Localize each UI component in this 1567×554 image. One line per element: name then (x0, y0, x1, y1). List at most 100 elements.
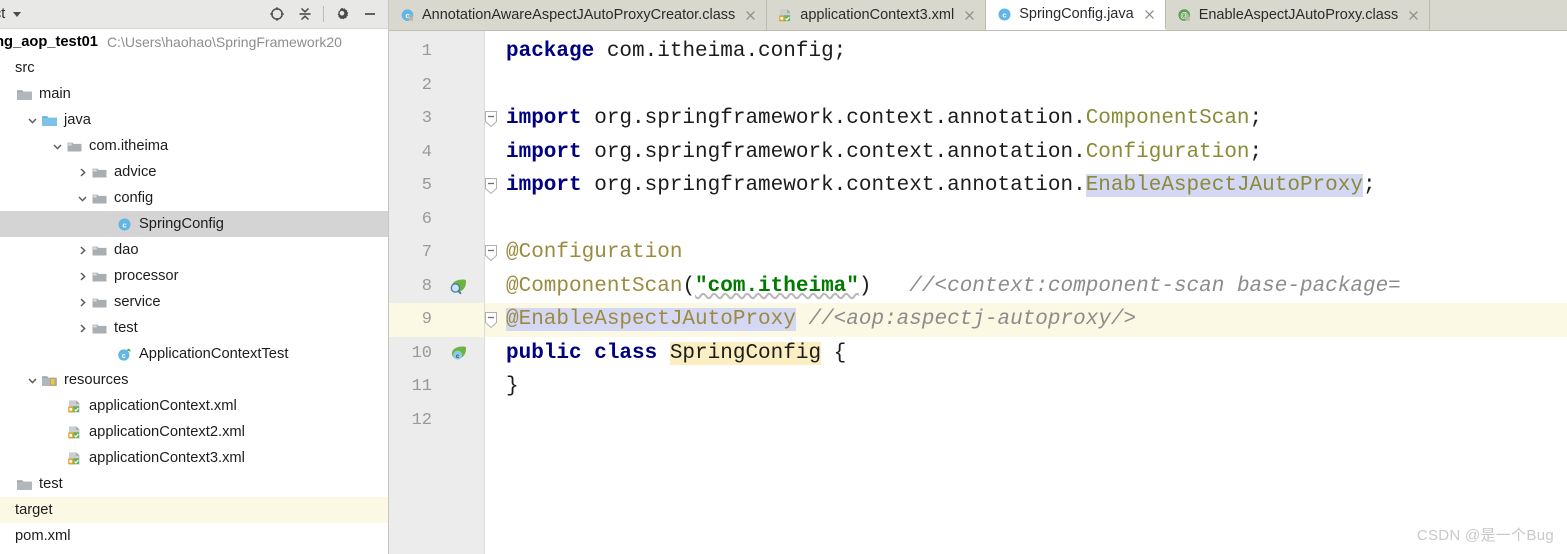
tree-item-label: service (114, 294, 161, 310)
editor-tab-label: SpringConfig.java (1019, 6, 1134, 22)
tree-item-processor[interactable]: processor (0, 263, 388, 289)
settings-gear-icon[interactable] (331, 3, 353, 25)
tree-item-label: applicationContext.xml (89, 398, 237, 414)
tree-item-target[interactable]: target (0, 497, 388, 523)
collapse-all-icon[interactable] (294, 3, 316, 25)
code-line[interactable] (497, 69, 1567, 103)
project-panel: ct (0, 0, 389, 554)
project-name: ing_aop_test01 (0, 33, 98, 50)
source-code[interactable]: package com.itheima.config; import org.s… (497, 31, 1567, 554)
editor-tab-springconfig-java[interactable]: c SpringConfig.java (986, 0, 1166, 30)
code-token: import (506, 140, 595, 164)
tree-item-config[interactable]: config (0, 185, 388, 211)
chevron-right-icon[interactable] (75, 167, 90, 178)
editor-tab-enableaspectjautoproxy-class[interactable]: @ EnableAspectJAutoProxy.class (1165, 0, 1431, 30)
tree-item-label: target (15, 502, 53, 518)
code-line[interactable] (497, 404, 1567, 438)
tree-item-applicationcontexttest[interactable]: c ApplicationContextTest (0, 341, 388, 367)
chevron-right-icon[interactable] (75, 245, 90, 256)
tree-item-label: pom.xml (15, 528, 71, 544)
chevron-right-icon[interactable] (75, 297, 90, 308)
code-token: org.springframework.context.annotation. (594, 107, 1086, 130)
code-line[interactable]: @ComponentScan("com.itheima") //<context… (497, 270, 1567, 304)
tree-item-main[interactable]: main (0, 81, 388, 107)
tree-item-pom-xml[interactable]: pom.xml (0, 523, 388, 549)
tree-item-applicationcontext-xml[interactable]: applicationContext.xml (0, 393, 388, 419)
panel-title: ct (0, 6, 6, 22)
fold-collapse-icon[interactable] (484, 110, 498, 133)
line-number: 9 (389, 303, 439, 337)
chevron-right-icon[interactable] (75, 323, 90, 334)
tree-item-dao[interactable]: dao (0, 237, 388, 263)
line-number-gutter: 1 2 3 4 5 6 7 8 9 10 11 12 (389, 31, 439, 554)
svg-text:c: c (122, 350, 126, 359)
tree-item-service[interactable]: service (0, 289, 388, 315)
tree-item-advice[interactable]: advice (0, 159, 388, 185)
package-icon (90, 190, 109, 206)
project-root-row[interactable]: ing_aop_test01 C:\Users\haohao\SpringFra… (0, 29, 388, 54)
code-token: //<aop:aspectj-autoproxy/> (808, 308, 1137, 331)
tree-item-label: com.itheima (89, 138, 169, 154)
code-line[interactable] (497, 203, 1567, 237)
code-line[interactable]: public class SpringConfig { (497, 337, 1567, 371)
tree-item-com-itheima[interactable]: com.itheima (0, 133, 388, 159)
chevron-right-icon[interactable] (75, 271, 90, 282)
tree-item-applicationcontext2-xml[interactable]: applicationContext2.xml (0, 419, 388, 445)
fold-collapse-icon[interactable] (484, 244, 498, 267)
folder-res-icon (40, 372, 59, 388)
chevron-down-icon[interactable] (25, 115, 40, 126)
project-path: C:\Users\haohao\SpringFramework20 (106, 33, 342, 50)
editor-tab-label: AnnotationAwareAspectJAutoProxyCreator.c… (422, 7, 736, 23)
chevron-down-icon[interactable] (50, 141, 65, 152)
fold-collapse-icon[interactable] (484, 177, 498, 200)
code-line[interactable]: import org.springframework.context.annot… (497, 136, 1567, 170)
chevron-down-icon[interactable] (13, 11, 22, 17)
code-line[interactable]: package com.itheima.config; (497, 35, 1567, 69)
package-icon (65, 138, 84, 154)
tree-item-label: SpringConfig (139, 216, 224, 232)
line-number: 6 (421, 209, 432, 229)
java-test-icon: c (115, 346, 134, 362)
tree-item-src[interactable]: src (0, 55, 388, 81)
code-view: 1 2 3 4 5 6 7 8 9 10 11 12 c package com.itheima.co… (389, 31, 1567, 554)
editor-area: c AnnotationAwareAspectJAutoProxyCreator.… (389, 0, 1567, 554)
tree-item-springconfig[interactable]: c SpringConfig (0, 211, 388, 237)
tree-item-applicationcontext3-xml[interactable]: applicationContext3.xml (0, 445, 388, 471)
chevron-down-icon[interactable] (75, 193, 90, 204)
line-number: 8 (421, 276, 432, 296)
tree-item-java[interactable]: java (0, 107, 388, 133)
chevron-down-icon[interactable] (25, 375, 40, 386)
hide-panel-icon[interactable] (359, 3, 381, 25)
editor-tab-annotationawareaspectjautoproxycreator-class[interactable]: c AnnotationAwareAspectJAutoProxyCreator.… (389, 0, 768, 30)
tree-item-label: applicationContext2.xml (89, 424, 245, 440)
close-icon[interactable] (1143, 8, 1156, 21)
close-icon[interactable] (744, 9, 757, 22)
code-token: ) (858, 274, 872, 298)
spring-config-icon[interactable]: c (448, 344, 468, 364)
gutter-icon-column: c (439, 31, 485, 554)
editor-tab-applicationcontext3-xml[interactable]: applicationContext3.xml (767, 0, 987, 30)
locate-target-icon[interactable] (266, 3, 288, 25)
close-icon[interactable] (963, 9, 976, 22)
fold-collapse-icon[interactable] (484, 311, 498, 334)
tree-item-test[interactable]: test (0, 471, 388, 497)
close-icon[interactable] (1407, 9, 1420, 22)
code-line[interactable]: import org.springframework.context.annot… (497, 169, 1567, 203)
code-line[interactable]: } (497, 370, 1567, 404)
tree-item-resources[interactable]: resources (0, 367, 388, 393)
code-token: import (506, 107, 595, 130)
package-icon (90, 164, 109, 180)
code-line[interactable]: @Configuration (497, 236, 1567, 270)
code-token: org.springframework.context.annotation. (594, 174, 1086, 197)
spring-bean-icon[interactable] (448, 277, 468, 297)
code-token: @Configuration (506, 241, 683, 264)
tree-item-test[interactable]: test (0, 315, 388, 341)
gutter-row (439, 136, 484, 170)
fold-row (485, 203, 497, 237)
code-line[interactable]: import org.springframework.context.annot… (497, 102, 1567, 136)
code-line[interactable]: @EnableAspectJAutoProxy //<aop:aspectj-a… (497, 303, 1567, 337)
project-panel-toolbar: ct (0, 0, 388, 29)
tree-item-label: applicationContext3.xml (89, 450, 245, 466)
spring-xml-icon (777, 7, 794, 23)
fold-row (485, 236, 497, 270)
